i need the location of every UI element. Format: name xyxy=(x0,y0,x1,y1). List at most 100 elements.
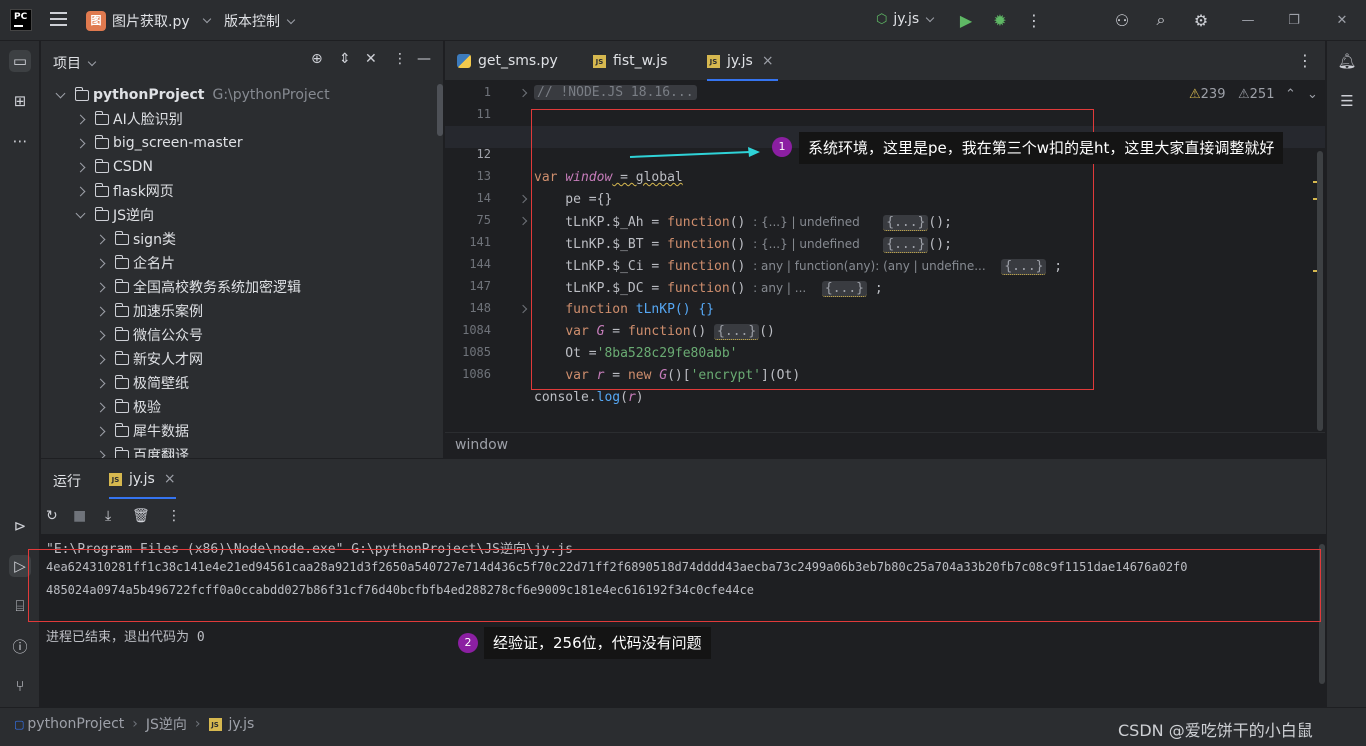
more-vertical-icon[interactable]: ⋮ xyxy=(1297,51,1313,70)
tree-item-label: 极验 xyxy=(133,400,161,416)
run-icon[interactable]: ▶ xyxy=(956,10,976,30)
code-breadcrumb[interactable]: window xyxy=(455,437,508,453)
close-tab-icon[interactable]: × xyxy=(762,53,774,69)
chevron-right-icon[interactable] xyxy=(75,114,86,124)
project-scrollbar[interactable] xyxy=(437,84,443,136)
fold-chevron-icon[interactable] xyxy=(518,304,528,314)
status-breadcrumb: ▢ pythonProject › JS逆向 › JS jy.js xyxy=(14,714,254,734)
chevron-right-icon[interactable] xyxy=(75,162,86,172)
fold-chevron-icon[interactable] xyxy=(518,88,528,98)
tab-fist-w[interactable]: JS fist_w.js xyxy=(593,41,667,81)
code-text: ( xyxy=(620,390,628,405)
tree-item-label: big_screen-master xyxy=(113,135,243,151)
chevron-down-icon[interactable] xyxy=(75,208,86,218)
js-file-icon: JS xyxy=(109,472,122,486)
fold-chevron-icon[interactable] xyxy=(518,216,528,226)
crumb-project[interactable]: pythonProject xyxy=(27,716,124,732)
python-file-icon xyxy=(457,54,471,68)
folded-comment[interactable]: // !NODE.JS 18.16... xyxy=(534,85,697,100)
js-file-icon: JS xyxy=(707,54,720,68)
tree-item-label: 企名片 xyxy=(133,256,175,272)
tree-item[interactable]: 微信公众号 xyxy=(41,323,436,347)
main-menu-icon[interactable] xyxy=(50,12,67,27)
chevron-right-icon[interactable] xyxy=(95,234,106,244)
chevron-down-icon[interactable] xyxy=(55,88,66,98)
chevron-right-icon[interactable] xyxy=(95,402,106,412)
chevron-right-icon[interactable] xyxy=(95,306,106,316)
tree-item[interactable]: JS逆向 xyxy=(41,203,436,227)
tree-item[interactable]: 犀牛数据 xyxy=(41,419,436,443)
notifications-bell-icon[interactable]: 🔔︎ xyxy=(1336,50,1358,72)
more-horizontal-icon[interactable]: ⋯ xyxy=(9,130,31,152)
git-icon[interactable]: ⑂ xyxy=(9,675,31,697)
tree-item[interactable]: AI人脸识别 xyxy=(41,107,436,131)
folder-icon xyxy=(114,446,129,458)
project-switcher[interactable]: 图 图片获取.py xyxy=(86,8,211,33)
crumb-folder[interactable]: JS逆向 xyxy=(146,714,187,734)
tree-item[interactable]: 新安人才网 xyxy=(41,347,436,371)
tree-item[interactable]: 加速乐案例 xyxy=(41,299,436,323)
chevron-right-icon[interactable] xyxy=(95,426,106,436)
arrow-head xyxy=(748,147,760,157)
problems-icon[interactable]: ⓘ xyxy=(9,635,31,657)
code-line-1086: console.log(r) xyxy=(534,387,644,409)
collapse-all-icon[interactable]: ✕ xyxy=(365,51,377,67)
chevron-right-icon[interactable] xyxy=(95,282,106,292)
project-folder-icon[interactable]: ▭ xyxy=(9,50,31,72)
variable: r xyxy=(627,390,636,405)
minimize-icon[interactable]: — xyxy=(1238,10,1258,30)
hide-panel-icon[interactable]: — xyxy=(417,51,431,67)
editor-scrollbar[interactable] xyxy=(1317,151,1323,431)
chevron-right-icon[interactable] xyxy=(95,258,106,268)
tree-item[interactable]: big_screen-master xyxy=(41,131,436,155)
clear-trash-icon[interactable]: 🗑︎ xyxy=(132,508,150,524)
run-tab-label: jy.js xyxy=(129,471,155,487)
chevron-right-icon[interactable] xyxy=(95,330,106,340)
locate-icon[interactable]: ⊕ xyxy=(311,51,323,67)
close-tab-icon[interactable]: × xyxy=(164,471,176,487)
line-number: 12 xyxy=(476,147,491,161)
tab-jy[interactable]: JS jy.js × xyxy=(707,41,778,81)
chevron-right-icon[interactable] xyxy=(75,138,86,148)
tree-item[interactable]: flask网页 xyxy=(41,179,436,203)
search-icon[interactable]: ⌕ xyxy=(1151,10,1171,30)
tree-item[interactable]: CSDN xyxy=(41,155,436,179)
database-icon[interactable]: ☰ xyxy=(1336,90,1358,112)
restore-icon[interactable]: ❐ xyxy=(1284,10,1304,30)
tree-item[interactable]: pythonProject G:\pythonProject xyxy=(41,83,436,107)
project-panel-header[interactable]: 项目 xyxy=(53,53,97,73)
function-name: log xyxy=(596,390,621,405)
tree-item[interactable]: 百度翻译 xyxy=(41,443,436,458)
chevron-right-icon[interactable] xyxy=(95,378,106,388)
structure-icon[interactable]: ⊞ xyxy=(9,90,31,112)
tree-item[interactable]: 企名片 xyxy=(41,251,436,275)
more-vertical-icon[interactable]: ⋮ xyxy=(167,508,181,524)
tree-item[interactable]: 极简壁纸 xyxy=(41,371,436,395)
tree-item[interactable]: sign类 xyxy=(41,227,436,251)
project-tree: pythonProject G:\pythonProject AI人脸识别 big_s… xyxy=(41,83,436,458)
vcs-menu[interactable]: 版本控制 xyxy=(224,11,296,31)
debug-icon[interactable]: ✹ xyxy=(990,10,1010,30)
chevron-right-icon[interactable] xyxy=(75,186,86,196)
close-icon[interactable]: ✕ xyxy=(1332,10,1352,30)
services-icon[interactable]: ⊳ xyxy=(9,515,31,537)
tree-item-label: 新安人才网 xyxy=(133,352,203,368)
settings-gear-icon[interactable]: ⚙ xyxy=(1191,10,1211,30)
expand-all-icon[interactable]: ⇕ xyxy=(339,51,351,67)
code-editor[interactable]: get_sms.py JS fist_w.js JS jy.js × ⋮ 1 11… xyxy=(445,41,1325,458)
stop-icon[interactable]: ■ xyxy=(73,508,86,524)
crumb-file[interactable]: jy.js xyxy=(229,716,255,732)
chevron-right-icon[interactable] xyxy=(95,450,106,458)
tree-item[interactable]: 极验 xyxy=(41,395,436,419)
add-user-icon[interactable]: ⚇ xyxy=(1112,10,1132,30)
tree-item[interactable]: 全国高校教务系统加密逻辑 xyxy=(41,275,436,299)
scroll-to-end-icon[interactable]: ⤓ xyxy=(105,508,111,524)
run-tab-jy[interactable]: JS jy.js × xyxy=(109,459,176,499)
rerun-icon[interactable]: ↻ xyxy=(46,508,58,524)
run-config-selector[interactable]: ⬡ jy.js xyxy=(876,11,935,27)
chevron-right-icon[interactable] xyxy=(95,354,106,364)
more-vertical-icon[interactable]: ⋮ xyxy=(1024,10,1044,30)
more-vertical-icon[interactable]: ⋮ xyxy=(393,51,407,67)
tab-get-sms[interactable]: get_sms.py xyxy=(457,41,558,81)
fold-chevron-icon[interactable] xyxy=(518,194,528,204)
